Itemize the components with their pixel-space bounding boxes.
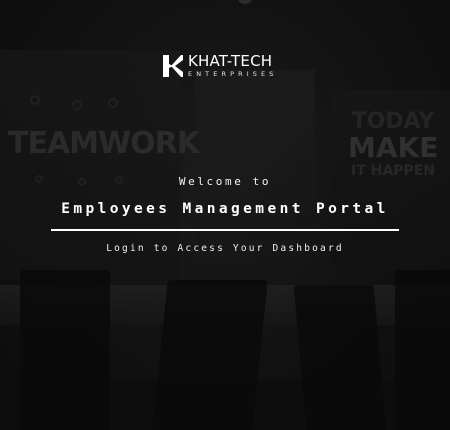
login-splash-screen: TEAMWORK TODAY MAKE IT HAPPEN KHAT-TECH … [0, 0, 450, 430]
hero-content: KHAT-TECH ENTERPRISES Welcome to Employe… [0, 0, 450, 430]
title-divider [51, 229, 399, 231]
login-link[interactable]: Login to Access Your Dashboard [0, 243, 450, 254]
welcome-text: Welcome to [178, 175, 272, 188]
brand-logo: KHAT-TECH ENTERPRISES [162, 53, 277, 79]
brand-wordmark: KHAT-TECH ENTERPRISES [188, 51, 278, 79]
brand-tagline: ENTERPRISES [188, 69, 278, 78]
brand-name: KHAT-TECH [188, 51, 273, 70]
k-logo-icon [163, 55, 183, 77]
page-title: Employees Management Portal [61, 201, 389, 217]
